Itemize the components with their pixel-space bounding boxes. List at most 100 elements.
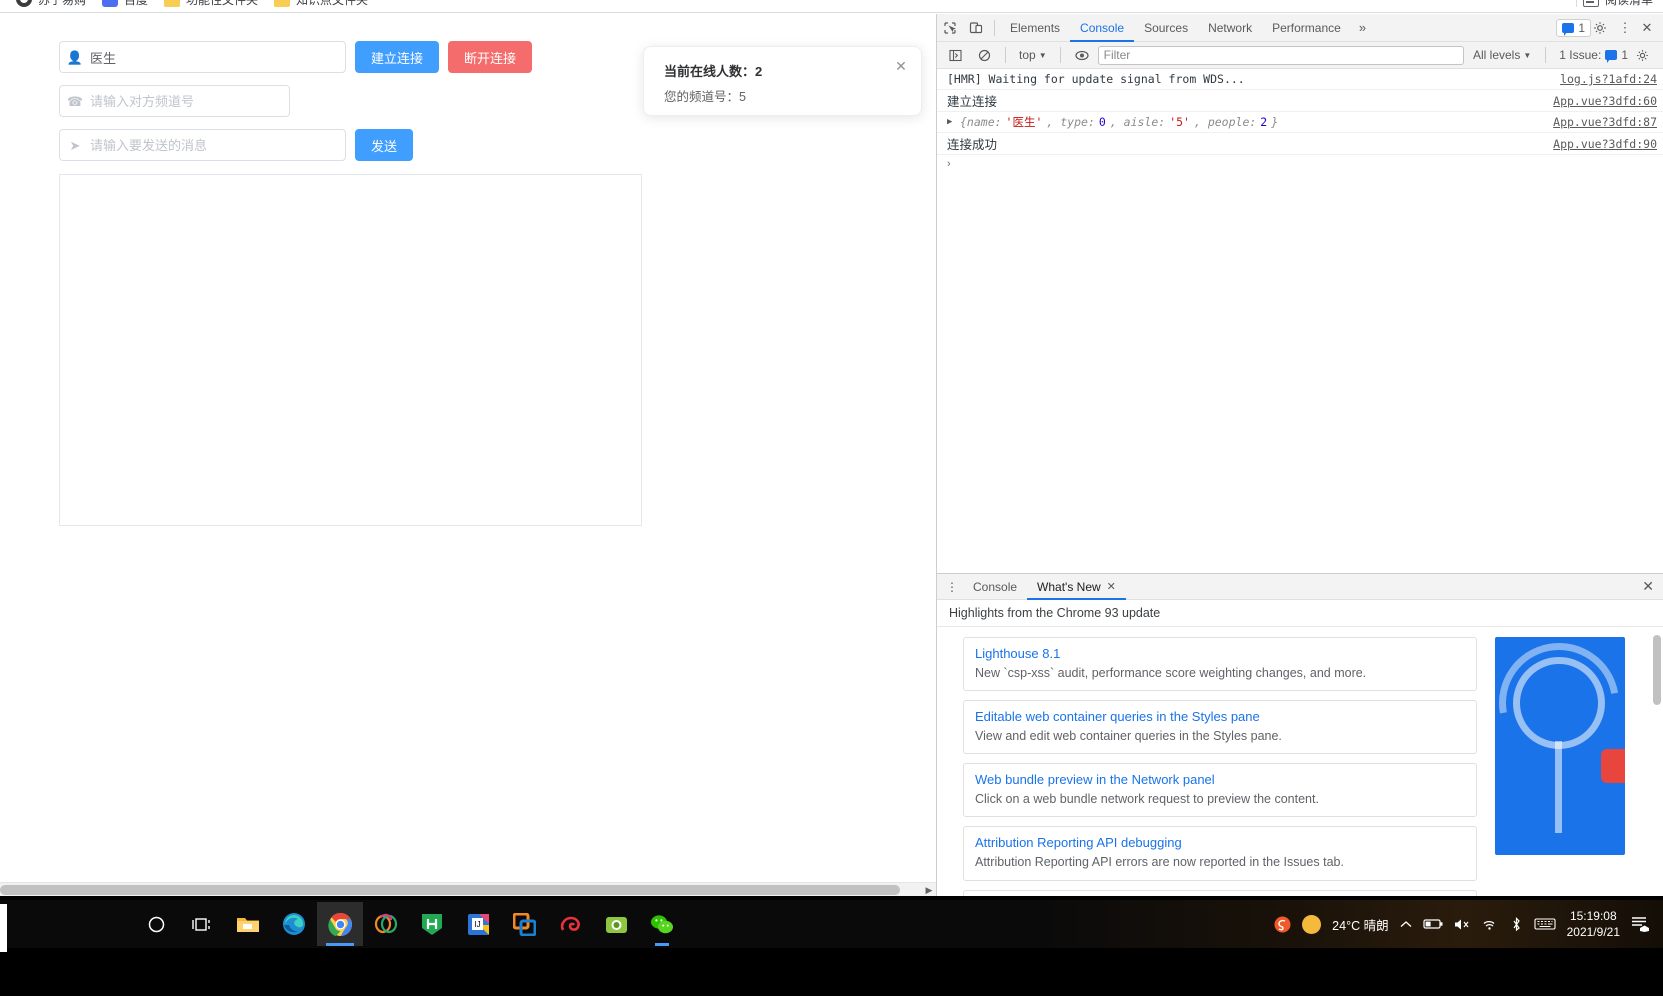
whats-new-card[interactable]: Attribution Reporting API debugging Attr…: [963, 826, 1477, 881]
close-icon[interactable]: ✕: [1633, 578, 1663, 595]
drawer-tab-whats-new[interactable]: What's New ✕: [1027, 574, 1126, 600]
chevron-down-icon: ▼: [1523, 50, 1532, 60]
tab-console[interactable]: Console: [1070, 14, 1134, 42]
divider: [994, 19, 995, 36]
microsoft-edge-icon[interactable]: [271, 902, 317, 946]
channel-input[interactable]: [90, 86, 289, 116]
tab-sources[interactable]: Sources: [1134, 14, 1198, 42]
console-row[interactable]: [HMR] Waiting for update signal from WDS…: [937, 69, 1663, 90]
suning-icon: [16, 0, 32, 7]
intellij-idea-icon[interactable]: IJ: [455, 902, 501, 946]
console-row[interactable]: 建立连接 App.vue?3dfd:60: [937, 90, 1663, 112]
scrollbar-thumb[interactable]: [0, 885, 900, 895]
hbuilder-icon[interactable]: [409, 902, 455, 946]
action-center-icon[interactable]: [1631, 916, 1649, 932]
card-title[interactable]: Attribution Reporting API debugging: [975, 835, 1465, 850]
camera-app-icon[interactable]: [593, 902, 639, 946]
tab-performance[interactable]: Performance: [1262, 14, 1351, 42]
google-chrome-icon[interactable]: [317, 902, 363, 946]
message-field[interactable]: ➤: [59, 129, 346, 161]
whats-new-card[interactable]: Web bundle preview in the Network panel …: [963, 763, 1477, 818]
tab-elements[interactable]: Elements: [1000, 14, 1070, 42]
console-row[interactable]: ▶ {name: '医生', type: 0, aisle: '5', peop…: [937, 112, 1663, 133]
send-button[interactable]: 发送: [355, 129, 414, 161]
disconnect-button[interactable]: 断开连接: [448, 41, 533, 73]
taskbar-edge: [0, 904, 7, 952]
sogou-input-icon[interactable]: [1274, 916, 1291, 933]
object-token: , people:: [1193, 115, 1257, 129]
baidu-icon: [102, 0, 119, 7]
console-sidebar-icon[interactable]: [942, 42, 968, 68]
close-icon[interactable]: ✕: [1637, 20, 1657, 36]
execution-context-selector[interactable]: top ▼: [1014, 48, 1052, 62]
card-title[interactable]: Lighthouse 8.1: [975, 646, 1465, 661]
console-row[interactable]: 连接成功 App.vue?3dfd:90: [937, 133, 1663, 155]
bookmark-item[interactable]: 百度: [94, 0, 156, 11]
clock[interactable]: 15:19:08 2021/9/21: [1567, 908, 1620, 940]
source-link[interactable]: App.vue?3dfd:90: [1553, 137, 1657, 151]
source-link[interactable]: log.js?1afd:24: [1560, 72, 1657, 86]
volume-muted-icon[interactable]: [1454, 918, 1471, 931]
message-input[interactable]: [90, 130, 345, 160]
windows-taskbar: IJ 24°C 晴朗 15:19:08 2021/9/21: [0, 896, 1663, 996]
task-view-icon[interactable]: [179, 902, 225, 946]
bookmark-item[interactable]: 苏宁易购: [8, 0, 94, 11]
drawer-scrollbar-thumb[interactable]: [1653, 635, 1661, 705]
online-count-toast: 当前在线人数：2 您的频道号：5 ✕: [643, 46, 922, 116]
message-icon: [1562, 22, 1575, 36]
console-prompt[interactable]: ›: [937, 155, 1663, 173]
card-title[interactable]: Editable web container queries in the St…: [975, 709, 1465, 724]
file-explorer-icon[interactable]: [225, 902, 271, 946]
drawer-tab-console[interactable]: Console: [963, 574, 1027, 600]
console-settings-gear-icon[interactable]: [1636, 49, 1658, 62]
source-link[interactable]: App.vue?3dfd:60: [1553, 94, 1657, 108]
log-levels-selector[interactable]: All levels ▼: [1467, 48, 1537, 62]
battery-icon[interactable]: [1423, 918, 1443, 930]
source-link[interactable]: App.vue?3dfd:87: [1553, 115, 1657, 129]
device-toolbar-icon[interactable]: [963, 15, 989, 41]
gear-icon[interactable]: [1593, 21, 1613, 35]
page-horizontal-scrollbar[interactable]: ▶: [0, 882, 936, 896]
close-icon[interactable]: ✕: [1107, 574, 1116, 600]
kebab-menu-icon[interactable]: ⋮: [941, 580, 963, 594]
issues-button[interactable]: 1 Issue: 1: [1554, 47, 1633, 63]
toast-title-label: 当前在线人数：: [664, 64, 756, 79]
keyboard-icon[interactable]: [1534, 917, 1556, 931]
reading-list-label[interactable]: 阅读清单: [1605, 0, 1653, 8]
whats-new-card[interactable]: Lighthouse 8.1 New `csp-xss` audit, perf…: [963, 637, 1477, 692]
inspect-element-icon[interactable]: [937, 15, 963, 41]
object-token: , aisle:: [1109, 115, 1166, 129]
bookmark-item[interactable]: 知识点文件夹: [266, 0, 376, 11]
live-expression-icon[interactable]: [1069, 42, 1095, 68]
chevron-right-icon[interactable]: ▶: [924, 885, 934, 895]
close-icon[interactable]: ✕: [894, 59, 908, 73]
chrome-devtools-artwork: [1495, 637, 1625, 855]
console-message-list: [HMR] Waiting for update signal from WDS…: [937, 69, 1663, 573]
tab-network[interactable]: Network: [1198, 14, 1262, 42]
expand-arrow-icon[interactable]: ▶: [947, 117, 956, 127]
snail-browser-icon[interactable]: [547, 902, 593, 946]
whats-new-card[interactable]: Editable web container queries in the St…: [963, 700, 1477, 755]
svg-text:IJ: IJ: [474, 920, 480, 929]
devtools-tab-list: Elements Console Sources Network Perform…: [1000, 14, 1374, 42]
message-count-badge[interactable]: 1: [1556, 18, 1591, 37]
username-field[interactable]: 👤: [59, 41, 346, 73]
navicat-icon[interactable]: [363, 902, 409, 946]
wechat-icon[interactable]: [639, 902, 685, 946]
vmware-icon[interactable]: [501, 902, 547, 946]
kebab-menu-icon[interactable]: ⋮: [1615, 20, 1635, 36]
bookmark-item[interactable]: 功能性文件夹: [156, 0, 266, 11]
system-tray: 24°C 晴朗 15:19:08 2021/9/21: [1274, 908, 1663, 940]
username-input[interactable]: [90, 42, 345, 72]
filter-input[interactable]: [1097, 45, 1464, 65]
chevron-double-right-icon[interactable]: »: [1351, 20, 1374, 35]
wifi-icon[interactable]: [1482, 918, 1499, 931]
cortana-search-icon[interactable]: [133, 902, 179, 946]
connect-button[interactable]: 建立连接: [355, 41, 440, 73]
clear-console-icon[interactable]: [971, 42, 997, 68]
bluetooth-icon[interactable]: [1510, 916, 1523, 932]
channel-field[interactable]: ☎: [59, 85, 290, 117]
weather-info[interactable]: 24°C 晴朗: [1332, 915, 1388, 934]
card-title[interactable]: Web bundle preview in the Network panel: [975, 772, 1465, 787]
chevron-up-icon[interactable]: [1400, 920, 1412, 929]
